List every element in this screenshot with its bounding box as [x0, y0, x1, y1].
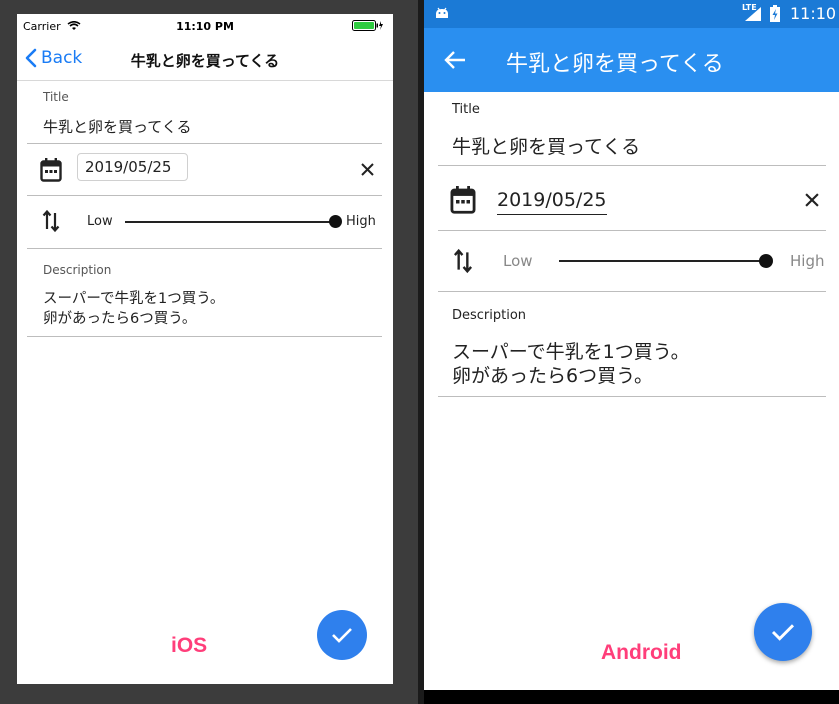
description-line: スーパーで牛乳を1つ買う。	[452, 341, 690, 363]
save-button[interactable]	[317, 610, 367, 660]
android-nav-bar	[424, 690, 839, 704]
ios-screen: Carrier 11:10 PM Back 牛乳と卵を買ってくる Title 牛…	[17, 14, 393, 684]
android-screen: LTE 11:10 牛乳と卵を買ってくる Title 牛乳と卵を買ってくる 20…	[424, 0, 839, 704]
check-icon	[770, 622, 796, 642]
divider	[27, 195, 382, 196]
ios-nav-bar: Back 牛乳と卵を買ってくる	[17, 38, 393, 81]
divider	[27, 143, 382, 144]
page-title: 牛乳と卵を買ってくる	[130, 52, 280, 70]
slider-thumb[interactable]	[329, 215, 342, 228]
priority-low-label: Low	[87, 214, 113, 229]
page-title: 牛乳と卵を買ってくる	[506, 52, 724, 77]
android-status-bar: LTE 11:10	[424, 0, 839, 28]
android-app-bar: 牛乳と卵を買ってくる	[424, 28, 839, 92]
description-label: Description	[43, 263, 112, 277]
priority-high-label: High	[790, 252, 825, 270]
divider	[438, 165, 826, 166]
priority-high-label: High	[346, 214, 376, 229]
sort-arrows-icon	[453, 248, 473, 274]
battery-icon	[770, 5, 780, 22]
calendar-icon[interactable]	[40, 158, 62, 182]
save-button[interactable]	[754, 603, 812, 661]
battery-icon	[352, 20, 384, 31]
description-line: 卵があったら6つ買う。	[452, 365, 653, 387]
description-label: Description	[452, 308, 527, 323]
date-field[interactable]: 2019/05/25	[77, 153, 188, 181]
date-field[interactable]: 2019/05/25	[497, 189, 607, 215]
description-field[interactable]: スーパーで牛乳を1つ買う。 卵があったら6つ買う。	[452, 340, 690, 388]
slider-thumb[interactable]	[759, 254, 773, 268]
check-icon	[331, 626, 353, 644]
close-icon[interactable]	[805, 193, 819, 207]
signal-icon	[744, 6, 762, 22]
platform-caption: Android	[601, 641, 682, 664]
close-icon[interactable]	[361, 163, 374, 176]
description-field[interactable]: スーパーで牛乳を1つ買う。 卵があったら6つ買う。	[43, 289, 224, 329]
sort-arrows-icon	[42, 209, 60, 233]
status-time: 11:10 PM	[176, 20, 234, 33]
platform-caption: iOS	[171, 634, 208, 657]
divider	[27, 336, 382, 337]
ios-status-bar: Carrier 11:10 PM	[17, 14, 393, 38]
divider	[438, 396, 826, 397]
priority-slider[interactable]	[125, 215, 342, 228]
title-field[interactable]: 牛乳と卵を買ってくる	[43, 116, 192, 137]
title-label: Title	[43, 90, 69, 104]
status-time: 11:10	[790, 4, 837, 23]
description-line: スーパーで牛乳を1つ買う。	[43, 291, 225, 307]
android-robot-icon	[434, 5, 450, 21]
divider	[438, 291, 826, 292]
title-field[interactable]: 牛乳と卵を買ってくる	[452, 132, 640, 159]
title-label: Title	[452, 102, 480, 117]
divider	[438, 230, 826, 231]
description-line: 卵があったら6つ買う。	[43, 311, 197, 327]
priority-slider[interactable]	[559, 254, 773, 268]
divider	[27, 248, 382, 249]
priority-low-label: Low	[503, 252, 533, 270]
calendar-icon[interactable]	[450, 186, 476, 214]
back-arrow-icon[interactable]	[444, 50, 466, 70]
